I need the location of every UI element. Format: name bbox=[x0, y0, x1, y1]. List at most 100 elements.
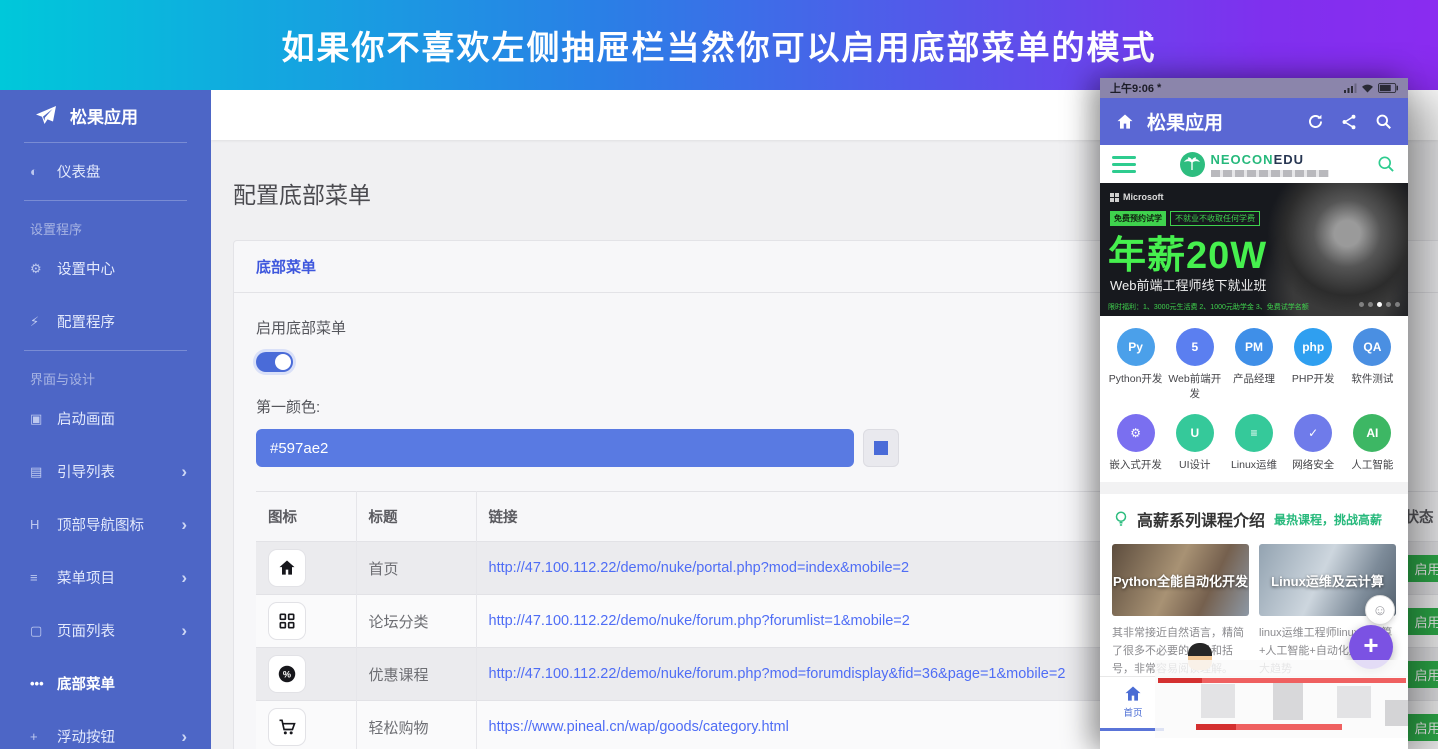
category-php[interactable]: php PHP开发 bbox=[1284, 328, 1343, 401]
sidebar-item-label: 启动画面 bbox=[57, 412, 115, 428]
chevron-right-icon bbox=[181, 621, 187, 641]
sidebar-item-top-nav-icons[interactable]: H 顶部导航图标 bbox=[0, 498, 211, 551]
category-embedded[interactable]: ⚙ 嵌入式开发 bbox=[1106, 414, 1165, 472]
sidebar-item-menu-items[interactable]: ≡ 菜单项目 bbox=[0, 551, 211, 604]
svg-text:%: % bbox=[283, 670, 291, 680]
status-badge: 启用 bbox=[1404, 660, 1438, 688]
sidebar-item-label: 配置程序 bbox=[57, 315, 115, 331]
share-icon[interactable] bbox=[1337, 110, 1361, 134]
sidebar-item-dashboard[interactable]: ◐ 仪表盘 bbox=[0, 145, 211, 198]
category-ui-design[interactable]: U UI设计 bbox=[1165, 414, 1224, 472]
sidebar-section-settings: 设置程序 bbox=[30, 222, 83, 237]
col-header-title: 标题 bbox=[355, 491, 476, 542]
sidebar-item-floating-button[interactable]: + 浮动按钮 bbox=[0, 710, 211, 749]
ui-icon: U bbox=[1175, 414, 1214, 452]
sidebar-item-label: 页面列表 bbox=[57, 624, 115, 640]
category-web-frontend[interactable]: 5 Web前端开发 bbox=[1165, 328, 1224, 401]
php-icon: php bbox=[1294, 328, 1333, 366]
sidebar-item-bottom-menu[interactable]: ••• 底部菜单 bbox=[0, 657, 211, 710]
sidebar-divider bbox=[24, 200, 187, 201]
status-badge: 启用 bbox=[1404, 554, 1438, 582]
python-icon: Py bbox=[1116, 328, 1155, 366]
search-icon[interactable] bbox=[1371, 110, 1395, 134]
sidebar-item-label: 顶部导航图标 bbox=[57, 518, 144, 534]
category-product-manager[interactable]: PM 产品经理 bbox=[1224, 328, 1283, 401]
sidebar-item-settings-center[interactable]: ⚙ 设置中心 bbox=[0, 242, 211, 295]
hero-carousel[interactable]: Microsoft 免费预约试学 不就业不收取任何学费 年薪20W Web前端工… bbox=[1100, 183, 1408, 316]
sidebar-item-label: 设置中心 bbox=[57, 262, 115, 278]
chevron-right-icon bbox=[181, 515, 187, 535]
sidebar-logo[interactable]: 松果应用 bbox=[0, 90, 211, 140]
course-photo: Python全能自动化开发 bbox=[1112, 544, 1249, 616]
sidebar-item-label: 引导列表 bbox=[57, 465, 115, 481]
plus-icon: + bbox=[30, 729, 38, 744]
sidebar-item-label: 仪表盘 bbox=[57, 165, 101, 181]
red-stripe bbox=[1196, 724, 1236, 730]
phone-app-title: 松果应用 bbox=[1147, 113, 1224, 134]
phone-status-bar: 上午9:06 * bbox=[1100, 78, 1408, 98]
site-header: NEOCONEDU bbox=[1100, 145, 1408, 183]
hero-headline: 年薪20W bbox=[1108, 235, 1268, 277]
color-swatch bbox=[874, 441, 888, 455]
category-linux-ops[interactable]: ≡ Linux运维 bbox=[1224, 414, 1283, 472]
category-python[interactable]: Py Python开发 bbox=[1106, 328, 1165, 401]
sidebar-item-page-list[interactable]: ▢ 页面列表 bbox=[0, 604, 211, 657]
sidebar-item-configure-program[interactable]: ⚡ 配置程序 bbox=[0, 295, 211, 348]
wifi-icon bbox=[1361, 83, 1374, 93]
app-name: 松果应用 bbox=[70, 107, 138, 127]
sidebar-item-label: 浮动按钮 bbox=[57, 730, 115, 746]
phone-app-bar: 松果应用 bbox=[1100, 98, 1408, 145]
course-section-title: 高薪系列课程介绍 bbox=[1137, 513, 1266, 530]
course-section-header: 高薪系列课程介绍 最热课程，挑战高薪 bbox=[1112, 507, 1396, 531]
grid-icon bbox=[268, 602, 306, 640]
sidebar-item-label: 菜单项目 bbox=[57, 571, 115, 587]
category-network-security[interactable]: ✓ 网络安全 bbox=[1284, 414, 1343, 472]
menu-title: 优惠课程 bbox=[355, 647, 476, 701]
bluetooth-icon: * bbox=[1157, 82, 1162, 94]
sidebar-divider bbox=[24, 142, 187, 143]
sidebar-divider bbox=[24, 350, 187, 351]
menu-list-icon: ≡ bbox=[30, 570, 38, 585]
tab-home-label: 首页 bbox=[1123, 708, 1143, 719]
sidebar-section-ui-design: 界面与设计 bbox=[30, 372, 96, 387]
sidebar-item-splash-screen[interactable]: ▣ 启动画面 bbox=[0, 392, 211, 445]
status-time: 上午9:06 bbox=[1110, 83, 1155, 95]
color-value-input[interactable]: #597ae2 bbox=[256, 429, 854, 467]
percent-icon: % bbox=[268, 655, 306, 693]
pages-icon: ▢ bbox=[30, 622, 43, 638]
site-logo[interactable]: NEOCONEDU bbox=[1100, 145, 1408, 183]
tab-home[interactable]: 首页 bbox=[1110, 684, 1156, 719]
enable-bottom-menu-toggle[interactable] bbox=[256, 352, 293, 372]
promo-banner-text: 如果你不喜欢左侧抽屉栏当然你可以启用底部菜单的模式 bbox=[281, 29, 1157, 66]
microsoft-logo: Microsoft bbox=[1110, 192, 1164, 202]
sidebar-item-guide-list[interactable]: ▤ 引导列表 bbox=[0, 445, 211, 498]
hero-subline: Web前端工程师线下就业班 bbox=[1110, 278, 1267, 293]
home-icon bbox=[268, 549, 306, 587]
category-software-testing[interactable]: QA 软件测试 bbox=[1343, 328, 1402, 401]
refresh-icon[interactable] bbox=[1303, 110, 1327, 134]
linux-icon: ≡ bbox=[1234, 414, 1273, 452]
category-ai[interactable]: AI 人工智能 bbox=[1343, 414, 1402, 472]
cart-icon bbox=[268, 708, 306, 746]
sidebar-item-label: 底部菜单 bbox=[57, 677, 115, 693]
course-section-subtitle: 最热课程，挑战高薪 bbox=[1274, 512, 1383, 527]
category-grid: Py Python开发 5 Web前端开发 PM 产品经理 php PHP开发 … bbox=[1100, 316, 1408, 482]
lightbulb-icon bbox=[1112, 510, 1130, 528]
menu-title: 首页 bbox=[355, 541, 476, 595]
sidebar: 松果应用 ◐ 仪表盘 设置程序 ⚙ 设置中心 ⚡ 配置程序 界面与设计 ▣ 启动… bbox=[0, 90, 211, 749]
carousel-dots[interactable] bbox=[1359, 302, 1400, 307]
chat-bubble-button[interactable]: ☺ bbox=[1365, 595, 1395, 625]
menu-title: 轻松购物 bbox=[355, 700, 476, 749]
brand-text: NEOCONEDU bbox=[1210, 152, 1329, 177]
bug-icon: QA bbox=[1353, 328, 1392, 366]
home-icon[interactable] bbox=[1113, 110, 1137, 134]
battery-icon bbox=[1378, 83, 1398, 93]
color-swatch-button[interactable] bbox=[863, 429, 899, 467]
brand-tagline bbox=[1210, 169, 1329, 177]
gorilla-photo bbox=[1247, 183, 1408, 316]
image-icon: ▣ bbox=[30, 410, 43, 426]
chevron-right-icon bbox=[181, 462, 187, 482]
dashboard-icon: ◐ bbox=[30, 164, 38, 179]
phone-preview: 上午9:06 * 松果应用 NEOCONEDU Microsoft 免费预约试学… bbox=[1100, 78, 1408, 749]
promo-banner: 如果你不喜欢左侧抽屉栏当然你可以启用底部菜单的模式 bbox=[0, 0, 1438, 90]
